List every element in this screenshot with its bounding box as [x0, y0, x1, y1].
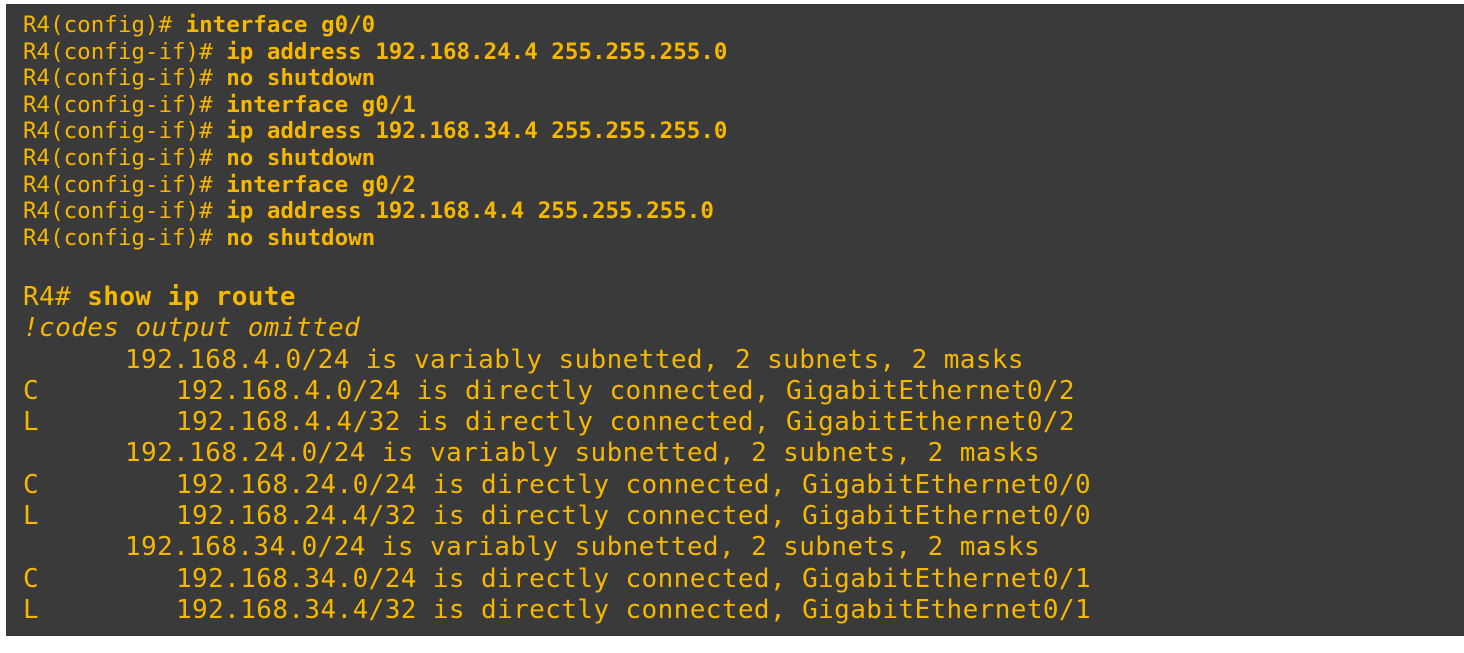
- config-line: R4(config-if)# no shutdown: [23, 225, 727, 252]
- show-ip-route-output: R4# show ip route !codes output omitted …: [23, 282, 1091, 626]
- route-entry: L 192.168.24.4/32 is directly connected, …: [23, 501, 1091, 532]
- config-line: R4(config-if)# no shutdown: [23, 65, 727, 92]
- route-code: L: [23, 594, 40, 625]
- cli-prompt: R4(config-if)#: [23, 171, 227, 198]
- route-summary-line: 192.168.24.0/24 is variably subnetted, 2…: [125, 438, 1041, 469]
- route-text: 192.168.34.0/24 is directly connected, G…: [176, 563, 1092, 594]
- cli-command: show ip route: [87, 282, 296, 312]
- cli-command: interface g0/2: [226, 171, 416, 198]
- route-code: C: [23, 563, 40, 594]
- route-code: L: [23, 407, 40, 438]
- show-command-line: R4# show ip route: [23, 282, 1091, 313]
- cli-prompt: R4(config-if)#: [23, 118, 227, 145]
- route-entry: C 192.168.4.0/24 is directly connected, G…: [23, 376, 1091, 407]
- cli-command: interface g0/1: [226, 91, 416, 118]
- route-entry: L 192.168.4.4/32 is directly connected, G…: [23, 407, 1091, 438]
- route-text: 192.168.4.0/24 is directly connected, Gi…: [176, 375, 1075, 406]
- config-line: R4(config)# interface g0/0: [23, 12, 727, 39]
- route-summary-line: 192.168.34.0/24 is variably subnetted, 2…: [125, 532, 1041, 563]
- route-code: C: [23, 375, 40, 406]
- cli-prompt: R4(config-if)#: [23, 224, 227, 251]
- config-line: R4(config-if)# interface g0/1: [23, 92, 727, 119]
- cli-prompt: R4#: [23, 282, 88, 312]
- cli-prompt: R4(config-if)#: [23, 65, 227, 92]
- cli-prompt: R4(config)#: [23, 12, 186, 38]
- route-entry: L 192.168.34.4/32 is directly connected, …: [23, 595, 1091, 626]
- cli-command: ip address 192.168.24.4 255.255.255.0: [226, 38, 728, 65]
- cli-command: interface g0/0: [185, 12, 376, 38]
- route-entry: C 192.168.34.0/24 is directly connected, …: [23, 564, 1091, 595]
- route-text: 192.168.4.4/32 is directly connected, Gi…: [176, 407, 1075, 438]
- cli-command: no shutdown: [226, 224, 376, 251]
- route-summary-line: 192.168.4.0/24 is variably subnetted, 2 …: [125, 344, 1024, 375]
- config-line: R4(config-if)# no shutdown: [23, 145, 727, 172]
- cli-prompt: R4(config-if)#: [23, 144, 227, 171]
- cli-command: no shutdown: [226, 65, 376, 92]
- cli-command: ip address 192.168.4.4 255.255.255.0: [226, 198, 714, 225]
- route-entry: C 192.168.24.0/24 is directly connected, …: [23, 470, 1091, 501]
- config-line: R4(config-if)# ip address 192.168.24.4 2…: [23, 39, 727, 66]
- config-line: R4(config-if)# interface g0/2: [23, 172, 727, 199]
- config-line: R4(config-if)# ip address 192.168.4.4 25…: [23, 198, 727, 225]
- cli-prompt: R4(config-if)#: [23, 38, 227, 65]
- output-comment: !codes output omitted: [23, 313, 361, 344]
- cli-command: ip address 192.168.34.4 255.255.255.0: [226, 118, 728, 145]
- route-code: L: [23, 501, 40, 532]
- cli-prompt: R4(config-if)#: [23, 198, 227, 225]
- route-code: C: [23, 469, 40, 500]
- route-text: 192.168.34.4/32 is directly connected, G…: [176, 594, 1092, 625]
- cli-command: no shutdown: [226, 144, 376, 171]
- cli-prompt: R4(config-if)#: [23, 91, 227, 118]
- route-text: 192.168.24.4/32 is directly connected, G…: [176, 501, 1092, 532]
- terminal-window: R4(config)# interface g0/0 R4(config-if)…: [6, 4, 1464, 636]
- route-text: 192.168.24.0/24 is directly connected, G…: [176, 469, 1092, 500]
- config-line: R4(config-if)# ip address 192.168.34.4 2…: [23, 118, 727, 145]
- config-block: R4(config)# interface g0/0 R4(config-if)…: [23, 12, 727, 251]
